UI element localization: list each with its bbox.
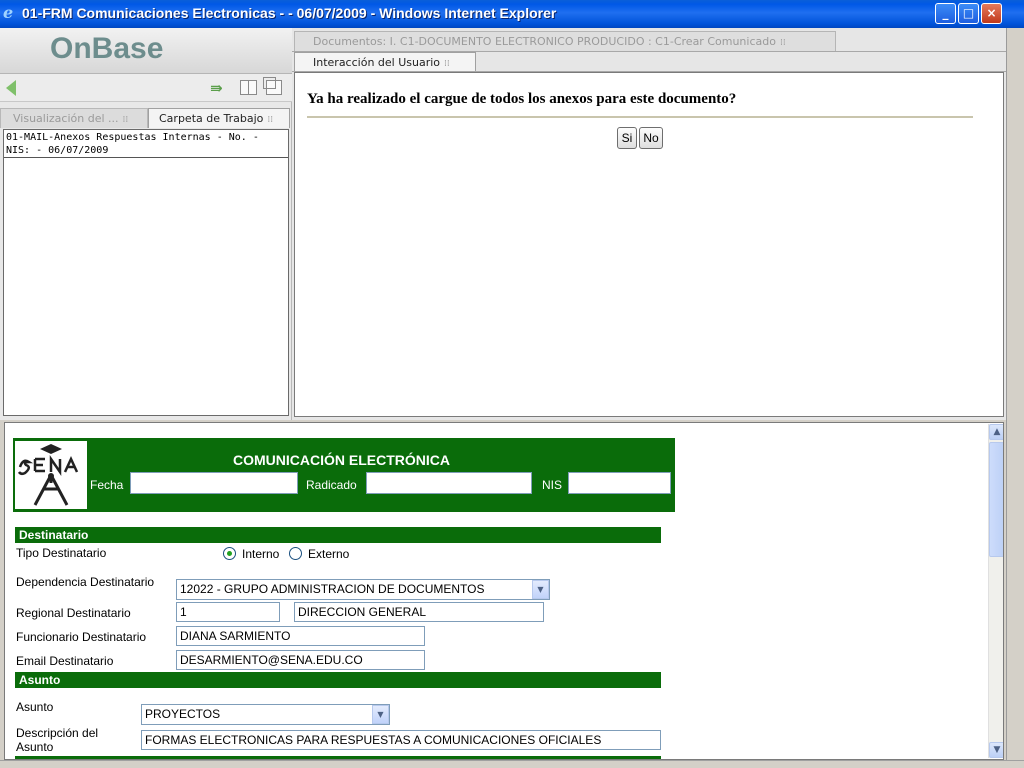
- chevron-down-icon[interactable]: ▼: [532, 580, 549, 599]
- minimize-button[interactable]: _: [935, 3, 956, 24]
- section-asunto: Asunto: [15, 672, 661, 688]
- section-destinatario: Destinatario: [15, 527, 661, 543]
- tab-visualizacion-label: Visualización del ...: [13, 112, 119, 125]
- fecha-label: Fecha: [90, 478, 124, 492]
- yes-button[interactable]: Si: [617, 127, 637, 149]
- question-text: Ya ha realizado el cargue de todos los a…: [307, 91, 737, 107]
- sena-logo: [15, 441, 87, 509]
- logo-area: OnBase: [0, 28, 292, 74]
- descripcion-label-line1: Descripción del: [16, 726, 99, 740]
- form-title: COMUNICACIÓN ELECTRÓNICA: [233, 452, 450, 468]
- fecha-field[interactable]: [130, 472, 298, 494]
- form-frame: COMUNICACIÓN ELECTRÓNICA Fecha Radicado …: [4, 422, 1004, 760]
- asunto-select[interactable]: PROYECTOS ▼: [141, 704, 390, 725]
- radio-interno[interactable]: [223, 547, 236, 560]
- regional-name-field[interactable]: DIRECCION GENERAL: [294, 602, 544, 622]
- forward-arrows-icon[interactable]: ⇛: [210, 79, 223, 97]
- maximize-button[interactable]: □: [958, 3, 979, 24]
- left-pane: OnBase ⇛ Visualización del ... ⁞⁞ Carpeta…: [0, 28, 292, 420]
- grip-icon: ⁞⁞: [444, 59, 450, 69]
- email-field[interactable]: DESARMIENTO@SENA.EDU.CO: [176, 650, 425, 670]
- dependencia-destinatario-label: Dependencia Destinatario: [16, 575, 155, 589]
- funcionario-destinatario-label: Funcionario Destinatario: [16, 630, 147, 644]
- descripcion-label-line2: Asunto: [16, 740, 54, 754]
- radicado-field[interactable]: [366, 472, 532, 494]
- scroll-up-icon[interactable]: ▲: [989, 424, 1003, 440]
- grip-icon: ⁞⁞: [122, 115, 129, 125]
- right-pane: Documentos: I. C1-DOCUMENTO ELECTRONICO …: [292, 28, 1006, 420]
- no-button[interactable]: No: [639, 127, 663, 149]
- list-item[interactable]: 01-MAIL-Anexos Respuestas Internas - No.…: [4, 130, 288, 158]
- split-view-icon[interactable]: [240, 80, 257, 95]
- divider: [307, 116, 973, 118]
- navigation-toolbar: ⇛: [0, 74, 292, 102]
- radicado-label: Radicado: [306, 478, 357, 492]
- descripcion-label: Descripción del Asunto: [16, 726, 98, 754]
- regional-code-field[interactable]: 1: [176, 602, 280, 622]
- internet-explorer-icon: e: [3, 3, 14, 22]
- email-destinatario-label: Email Destinatario: [16, 654, 114, 668]
- scrollbar-thumb[interactable]: [989, 442, 1003, 557]
- grip-icon: ⁞⁞: [267, 115, 274, 125]
- user-interaction-panel: Ya ha realizado el cargue de todos los a…: [294, 72, 1004, 417]
- close-button[interactable]: ×: [981, 3, 1002, 24]
- tipo-destinatario-label: Tipo Destinatario: [16, 546, 107, 560]
- scroll-down-icon[interactable]: ▼: [989, 742, 1003, 758]
- left-tabs: Visualización del ... ⁞⁞ Carpeta de Traba…: [0, 108, 292, 128]
- sena-logo-icon: [17, 444, 84, 506]
- tab-carpeta-de-trabajo[interactable]: Carpeta de Trabajo ⁞⁞: [148, 108, 290, 128]
- new-window-icon[interactable]: [263, 77, 282, 95]
- asunto-value: PROYECTOS: [145, 707, 221, 721]
- asunto-label: Asunto: [16, 700, 54, 714]
- nis-label: NIS: [542, 478, 563, 492]
- tab-visualizacion[interactable]: Visualización del ... ⁞⁞: [0, 108, 148, 128]
- chevron-down-icon[interactable]: ▼: [372, 705, 389, 724]
- tab-interaccion-del-usuario[interactable]: Interacción del Usuario ⁞⁞: [294, 52, 476, 72]
- descripcion-field[interactable]: FORMAS ELECTRONICAS PARA RESPUESTAS A CO…: [141, 730, 661, 750]
- document-list: 01-MAIL-Anexos Respuestas Internas - No.…: [3, 129, 289, 416]
- dependencia-select[interactable]: 12022 - GRUPO ADMINISTRACION DE DOCUMENT…: [176, 579, 550, 600]
- window-title: 01-FRM Comunicaciones Electronicas - - 0…: [22, 5, 557, 21]
- tab-documentos[interactable]: Documentos: I. C1-DOCUMENTO ELECTRONICO …: [294, 31, 836, 51]
- tab-interaccion-label: Interacción del Usuario: [313, 56, 441, 69]
- dependencia-value: 12022 - GRUPO ADMINISTRACION DE DOCUMENT…: [180, 582, 485, 596]
- form-header: COMUNICACIÓN ELECTRÓNICA Fecha Radicado …: [13, 438, 675, 512]
- form-scrollbar[interactable]: ▲ ▼: [988, 424, 1003, 758]
- regional-destinatario-label: Regional Destinatario: [16, 606, 131, 620]
- radio-externo[interactable]: [289, 547, 302, 560]
- radio-interno-label: Interno: [242, 547, 280, 561]
- grip-icon: ⁞⁞: [779, 38, 786, 48]
- tab-documentos-label: Documentos: I. C1-DOCUMENTO ELECTRONICO …: [313, 35, 776, 48]
- funcionario-field[interactable]: DIANA SARMIENTO: [176, 626, 425, 646]
- tab-carpeta-label: Carpeta de Trabajo: [159, 112, 264, 125]
- back-arrow-icon[interactable]: [6, 80, 16, 96]
- window-titlebar[interactable]: e 01-FRM Comunicaciones Electronicas - -…: [0, 0, 1024, 28]
- nis-field[interactable]: [568, 472, 671, 494]
- right-edge: [1006, 28, 1024, 768]
- radio-externo-label: Externo: [308, 547, 350, 561]
- onbase-logo: OnBase: [50, 32, 164, 65]
- status-bar: [0, 760, 1024, 768]
